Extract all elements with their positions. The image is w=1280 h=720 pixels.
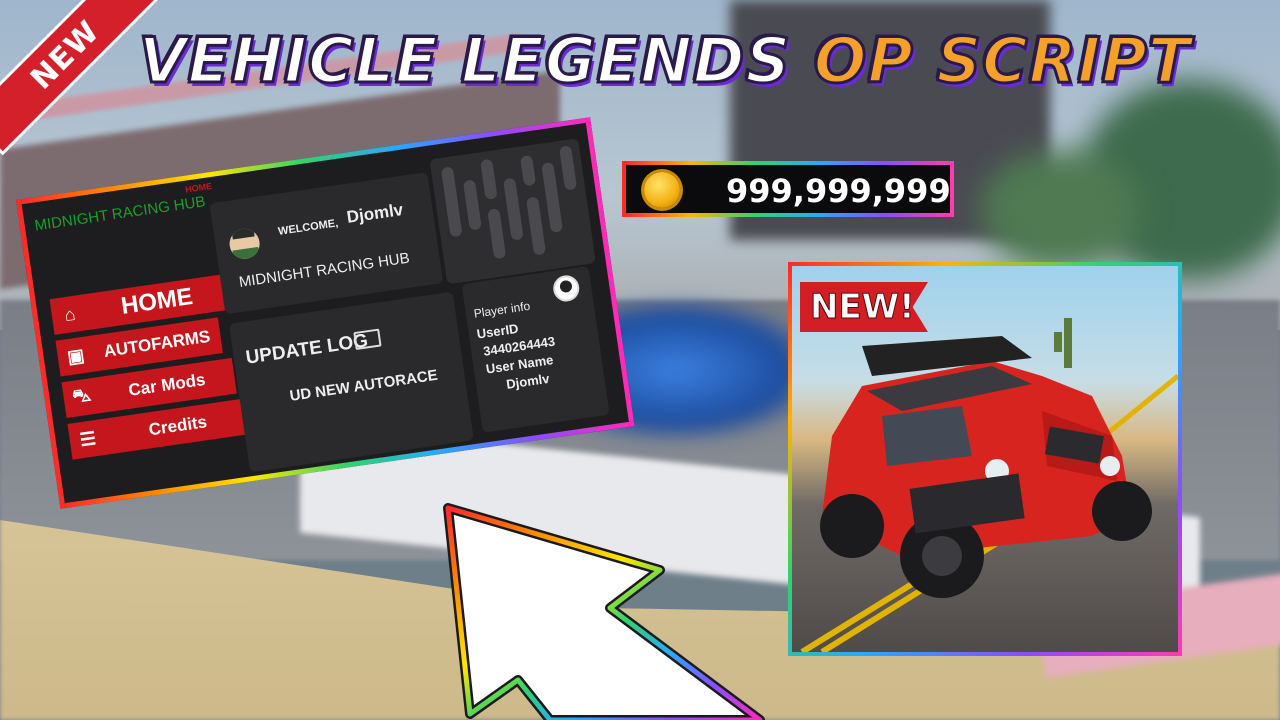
player-info-panel: Player info UserID 3440264443 User Name …: [461, 266, 610, 433]
update-log-title: UPDATE LOG: [244, 330, 370, 369]
decor-bar: [519, 154, 537, 187]
welcome-username: Djomlv: [345, 199, 405, 227]
welcome-prefix: WELCOME,: [277, 217, 339, 238]
game-thumbnail: NEW!: [788, 262, 1182, 656]
update-log-entry: UD NEW AUTORACE: [288, 366, 439, 405]
nav-car-mods-label: Car Mods: [127, 369, 207, 400]
currency-bar: 999,999,999: [622, 161, 954, 217]
palm-tree-blur: [980, 150, 1140, 270]
welcome-panel: WELCOME, Djomlv MIDNIGHT RACING HUB: [209, 172, 444, 315]
currency-amount: 999,999,999: [726, 172, 951, 210]
list-icon: ☰: [78, 427, 98, 450]
decor-bar: [525, 196, 547, 256]
player-info-title: Player info: [472, 298, 532, 321]
headline: VEHICLE LEGENDS OP SCRIPT: [110, 23, 1220, 99]
decor-bar: [503, 177, 524, 241]
log-icon: [353, 328, 382, 351]
car-icon: ⛍: [70, 384, 93, 407]
coin-icon: [644, 172, 680, 208]
player-avatar: [551, 273, 581, 304]
headline-main: VEHICLE LEGENDS: [137, 23, 792, 99]
headline-highlight: OP SCRIPT: [812, 23, 1192, 99]
decor-bar: [487, 208, 507, 260]
update-log-panel: UPDATE LOG UD NEW AUTORACE: [228, 291, 474, 473]
new-tag: NEW!: [800, 282, 928, 332]
active-tab-label: HOME: [184, 180, 213, 195]
welcome-hub-name: MIDNIGHT RACING HUB: [237, 249, 411, 291]
decor-bar: [462, 179, 482, 231]
money-icon: ▣: [65, 344, 86, 367]
nav-autofarms-label: AUTOFARMS: [102, 326, 212, 361]
user-name-value: Djomlv: [505, 370, 551, 392]
decorative-bars-panel: [429, 138, 596, 285]
avatar: [227, 226, 262, 261]
pointer-arrow: [443, 503, 765, 720]
new-tag-label: NEW!: [810, 287, 916, 328]
decor-bar: [440, 166, 463, 238]
nav-credits-label: Credits: [147, 412, 209, 440]
decor-bar: [541, 162, 564, 234]
decor-bar: [558, 145, 578, 191]
decor-bar: [480, 158, 498, 200]
hub-title: MIDNIGHT RACING HUB: [33, 193, 207, 235]
home-icon: ⌂: [63, 303, 77, 325]
